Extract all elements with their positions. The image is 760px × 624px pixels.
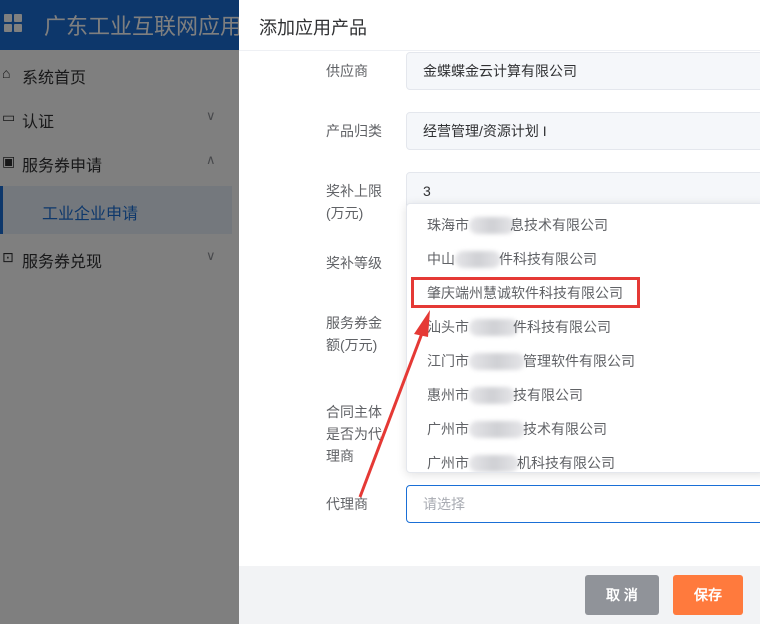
option-suffix: 件科技有限公司 bbox=[513, 319, 611, 335]
option-suffix: 技有限公司 bbox=[513, 387, 583, 403]
drawer-header: 添加应用产品 bbox=[239, 0, 760, 51]
option-prefix: 江门市 bbox=[427, 353, 469, 369]
subsidy-limit-label: 奖补上限 (万元) bbox=[326, 180, 382, 224]
redaction-blur bbox=[469, 217, 515, 234]
option-prefix: 汕头市 bbox=[427, 319, 469, 335]
agent-option[interactable]: 江门市 管理软件有限公司 bbox=[407, 344, 760, 378]
supplier-field: 金蝶蝶金云计算有限公司 bbox=[406, 52, 760, 90]
agent-option[interactable]: 珠海市 息技术有限公司 bbox=[407, 208, 760, 242]
redaction-blur bbox=[469, 387, 515, 404]
redaction-blur bbox=[455, 251, 501, 268]
label-line: 额(万元) bbox=[326, 337, 378, 353]
add-product-drawer: 添加应用产品 供应商 金蝶蝶金云计算有限公司 产品归类 经营管理/资源计划 I … bbox=[239, 0, 760, 624]
option-suffix: 管理软件有限公司 bbox=[523, 353, 635, 369]
category-label: 产品归类 bbox=[326, 123, 382, 139]
redaction-blur bbox=[469, 353, 525, 370]
agent-dropdown: 珠海市 息技术有限公司 中山 件科技有限公司 肇庆端州慧诚软件科技有限公司 汕头… bbox=[406, 203, 760, 473]
drawer-title: 添加应用产品 bbox=[259, 18, 367, 38]
option-suffix: 机科技有限公司 bbox=[517, 455, 615, 471]
agent-option[interactable]: 广州市 机科技有限公司 bbox=[407, 446, 760, 472]
supplier-label: 供应商 bbox=[326, 63, 368, 79]
label-line: 理商 bbox=[326, 448, 354, 464]
option-prefix: 惠州市 bbox=[427, 387, 469, 403]
highlight-box bbox=[411, 277, 640, 308]
voucher-amount-label: 服务券金 额(万元) bbox=[326, 312, 382, 356]
option-suffix: 件科技有限公司 bbox=[499, 251, 597, 267]
option-prefix: 广州市 bbox=[427, 421, 469, 437]
option-prefix: 广州市 bbox=[427, 455, 469, 471]
subsidy-level-label: 奖补等级 bbox=[326, 255, 382, 271]
option-suffix: 息技术有限公司 bbox=[510, 217, 608, 233]
redaction-blur bbox=[469, 455, 519, 472]
option-prefix: 珠海市 bbox=[427, 217, 469, 233]
label-line: 合同主体 bbox=[326, 404, 382, 420]
redaction-blur bbox=[469, 421, 525, 438]
label-line: 服务券金 bbox=[326, 315, 382, 331]
agent-option[interactable]: 中山 件科技有限公司 bbox=[407, 242, 760, 276]
redaction-blur bbox=[469, 319, 519, 336]
agent-label: 代理商 bbox=[326, 496, 368, 512]
agent-option[interactable]: 广州市 技术有限公司 bbox=[407, 412, 760, 446]
label-line: 是否为代 bbox=[326, 426, 382, 442]
save-button[interactable]: 保存 bbox=[673, 575, 743, 615]
cancel-button[interactable]: 取 消 bbox=[585, 575, 659, 615]
label-line: 奖补上限 bbox=[326, 183, 382, 199]
agent-option[interactable]: 汕头市 件科技有限公司 bbox=[407, 310, 760, 344]
label-line: (万元) bbox=[326, 205, 364, 221]
agent-select[interactable]: 请选择 bbox=[406, 485, 760, 523]
option-prefix: 中山 bbox=[427, 251, 455, 267]
category-field: 经营管理/资源计划 I bbox=[406, 112, 760, 150]
option-suffix: 技术有限公司 bbox=[523, 421, 607, 437]
contract-agent-label: 合同主体 是否为代 理商 bbox=[326, 401, 382, 467]
agent-option[interactable]: 惠州市 技有限公司 bbox=[407, 378, 760, 412]
